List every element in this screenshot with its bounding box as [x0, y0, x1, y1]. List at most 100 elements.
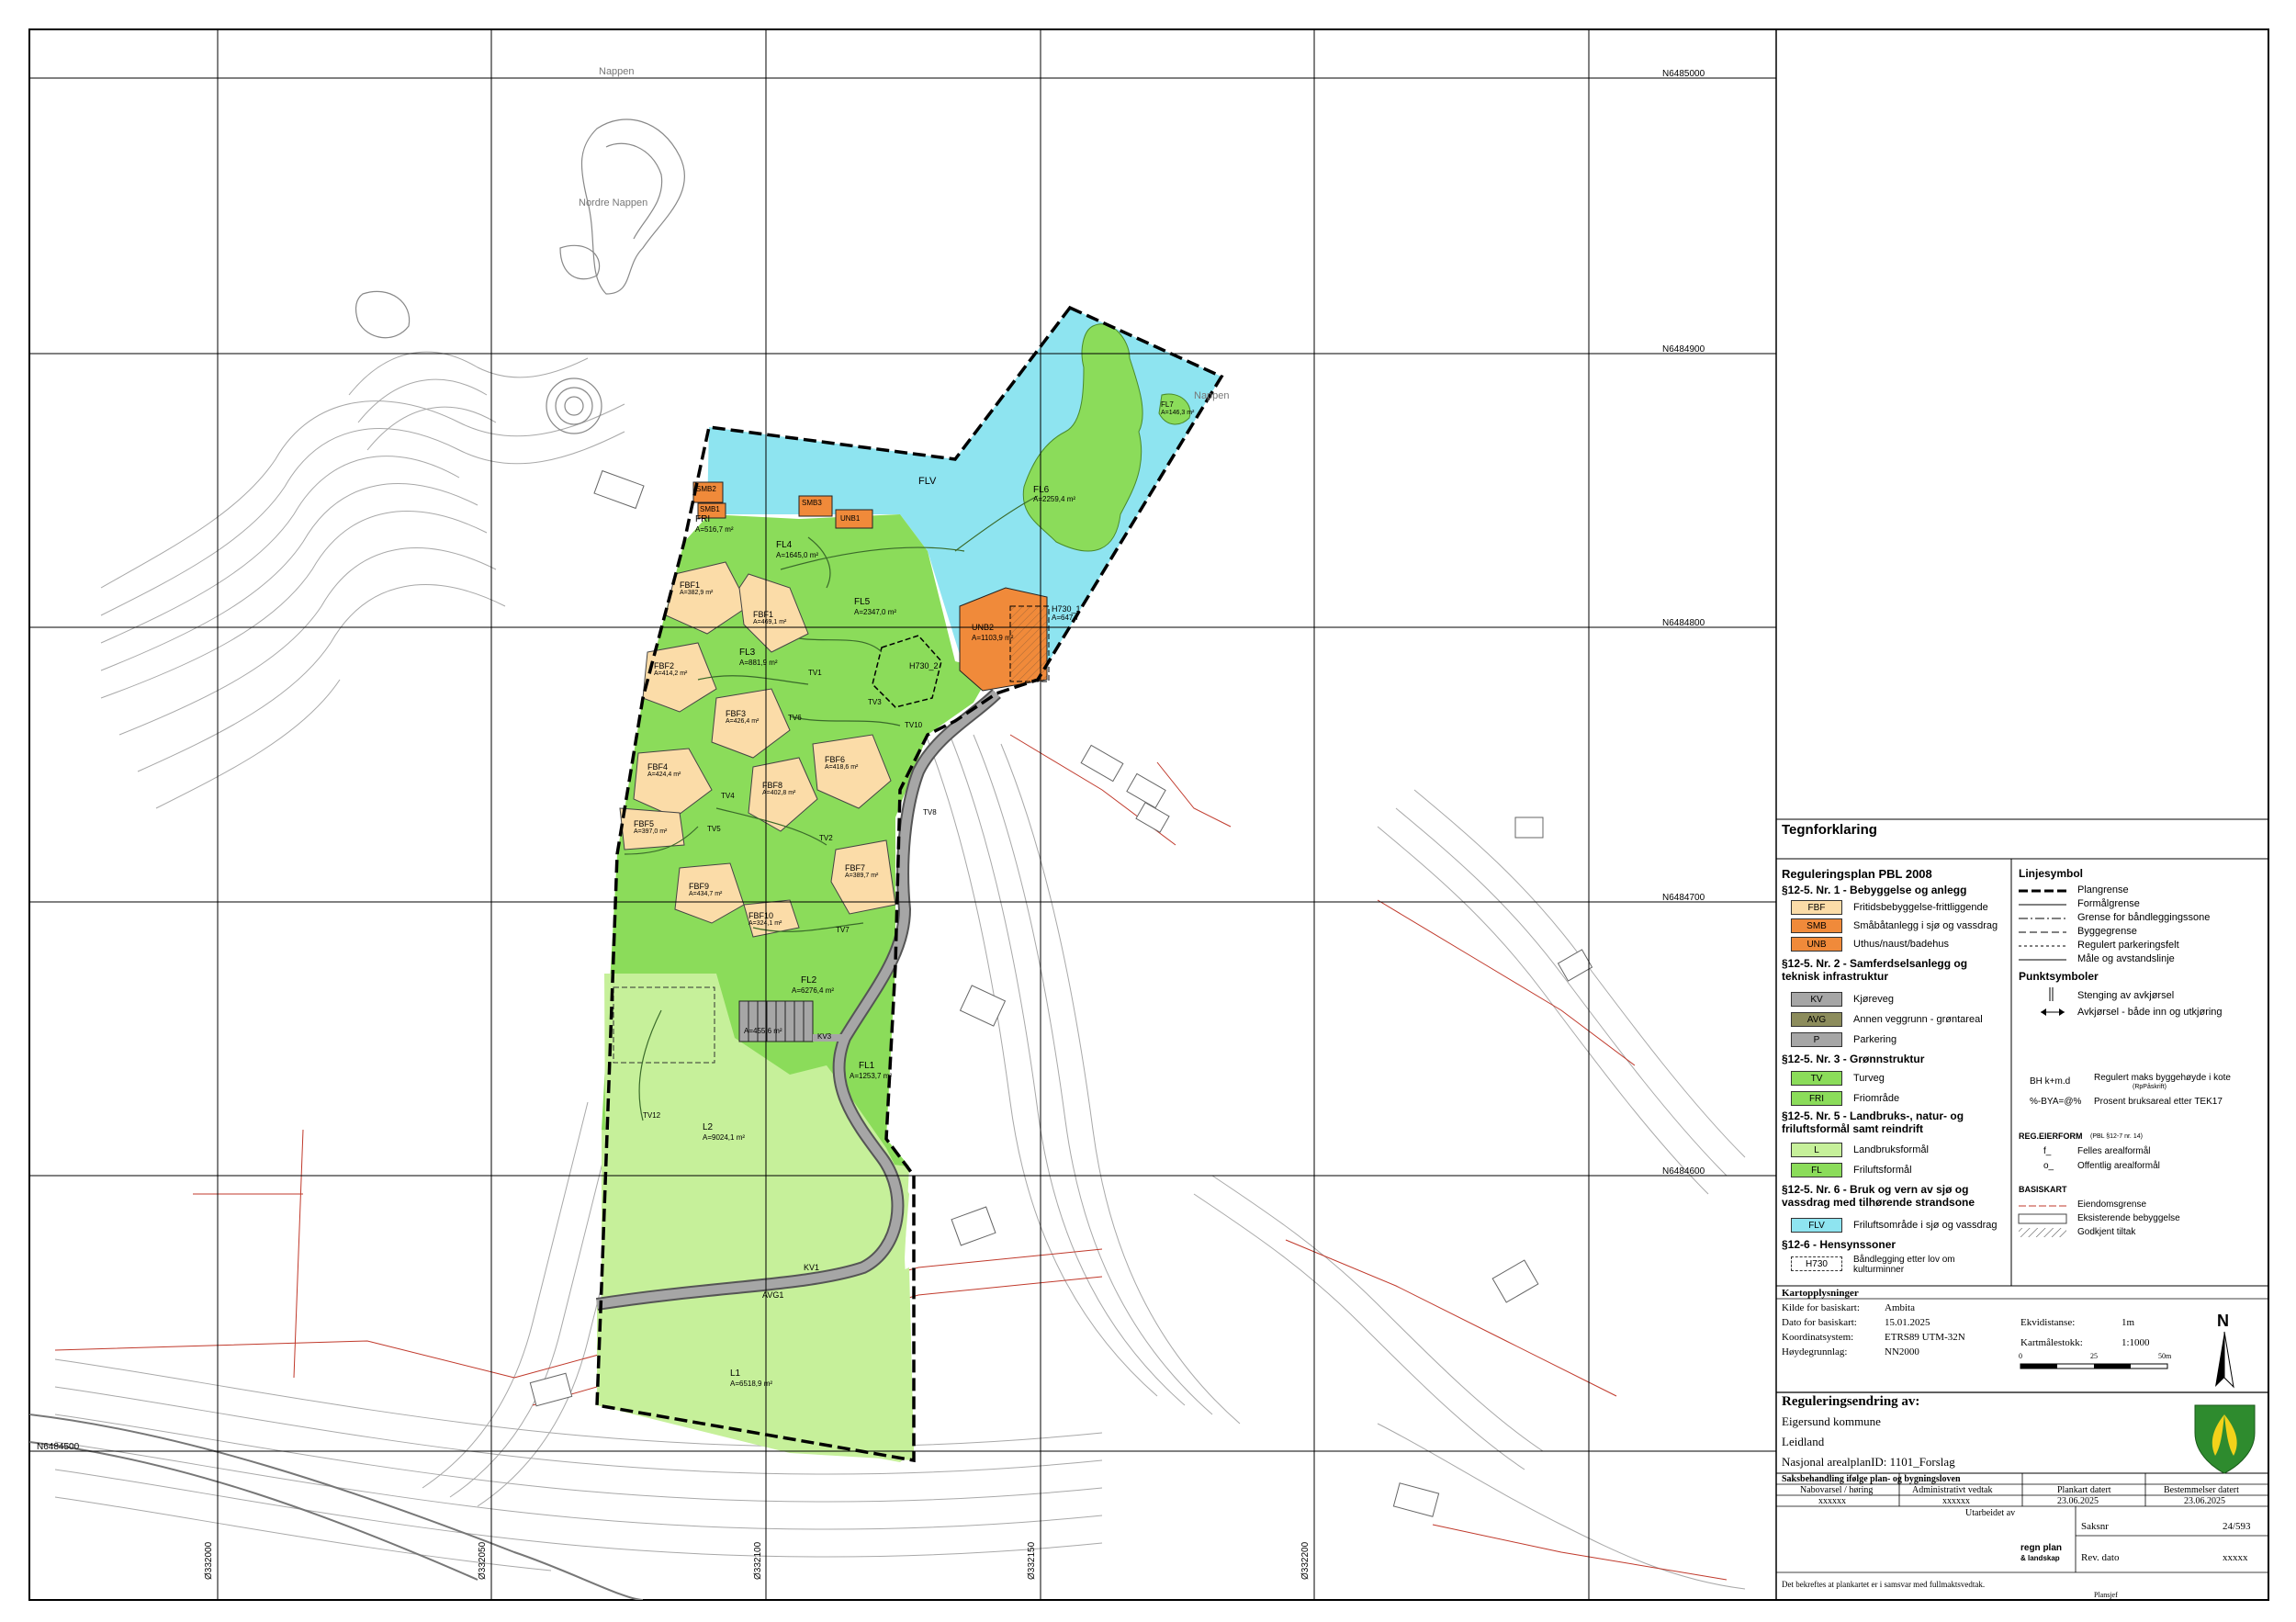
utarbeidet-label: Utarbeidet av: [1965, 1508, 2016, 1518]
legend-eier-o: Offentlig arealformål: [2077, 1161, 2160, 1171]
fbf-label: FBF7: [845, 863, 866, 873]
zone-area-l1: A=6518,9 m²: [730, 1380, 773, 1388]
zone-label-l1: L1: [730, 1369, 741, 1379]
zone-area-fl6: A=2259,4 m²: [1033, 495, 1076, 503]
fbf-area: A=324,1 m²: [748, 920, 782, 927]
northing-label: N6484500: [37, 1442, 80, 1452]
fbf-label: FBF2: [654, 661, 675, 670]
hoyde-label: Høydegrunnlag:: [1782, 1346, 1848, 1357]
legend-swatch-flv: FLV: [1791, 1218, 1842, 1233]
easting-label: Ø332000: [204, 1541, 214, 1580]
legend-title: Tegnforklaring: [1782, 822, 1877, 838]
zone-label-smb1: SMB1: [700, 505, 720, 513]
legend-swatch-tv: TV: [1791, 1071, 1842, 1086]
tv-label: TV2: [819, 834, 833, 842]
fbf-area: A=426,4 m²: [726, 718, 760, 725]
place-name: Nappen: [599, 66, 635, 77]
zone-label-smb3: SMB3: [802, 499, 822, 507]
zone-label-fl6: FL6: [1033, 485, 1050, 495]
legend-line-label: Grense for båndleggingssone: [2077, 912, 2211, 923]
map-canvas: [28, 28, 2269, 1601]
legend-basis-label: Godkjent tiltak: [2077, 1227, 2136, 1237]
fbf-area: A=389,7 m²: [845, 873, 879, 879]
tv-label: TV10: [905, 721, 923, 729]
saksnr-value: 24/593: [2223, 1521, 2251, 1532]
maal-label: Kartmålestokk:: [2020, 1337, 2083, 1348]
legend-point-heading: Punktsymboler: [2019, 970, 2099, 983]
fbf-area: A=414,2 m²: [654, 670, 688, 677]
fbf-area: A=402,8 m²: [762, 790, 796, 796]
legend-section-1: §12-5. Nr. 1 - Bebyggelse og anlegg: [1782, 884, 1967, 896]
zone-label-unb2: UNB2: [972, 623, 995, 632]
zone-label-fl5: FL5: [854, 597, 871, 607]
fbf-label: FBF1: [680, 580, 701, 590]
legend-swatch-kv: KV: [1791, 992, 1842, 1007]
zone-label-fl3: FL3: [739, 648, 756, 658]
legend-point-label: Avkjørsel - både inn og utkjøring: [2077, 1007, 2223, 1018]
place-name: Nordre Nappen: [579, 197, 648, 208]
zone-area-unb2: A=1103,9 m²: [972, 634, 1014, 642]
kart-heading: Kartopplysninger: [1782, 1288, 1859, 1299]
legend-swatch-avg: AVG: [1791, 1012, 1842, 1027]
legend-point-label: Stenging av avkjørsel: [2077, 990, 2175, 1001]
zone-label-flv: FLV: [918, 476, 937, 487]
ekvi-value: 1m: [2122, 1317, 2135, 1328]
legend-eier-sub: (PBL §12-7 nr. 14): [2090, 1133, 2143, 1140]
islands-outline: [355, 118, 685, 434]
zone-label-l2: L2: [703, 1122, 714, 1132]
sted: Leidland: [1782, 1435, 1825, 1448]
kv-label: KV3: [817, 1032, 832, 1041]
saks-heading: Saksbehandling ifølge plan- og bygningsl…: [1782, 1474, 1961, 1484]
kv-label: KV1: [804, 1263, 820, 1272]
easting-label: Ø332100: [753, 1541, 763, 1580]
tv-label: TV6: [788, 714, 802, 722]
north-arrow-icon: [2215, 1331, 2234, 1389]
scale-tick: 50m: [2158, 1352, 2172, 1360]
rev-value: xxxxx: [2223, 1552, 2248, 1563]
legend-swatch-unb: UNB: [1791, 937, 1842, 952]
legend-section-2: §12-5. Nr. 2 - Samferdselsanlegg og tekn…: [1782, 957, 1968, 983]
municipality-shield-icon: [2194, 1404, 2256, 1474]
north-label: N: [2217, 1312, 2229, 1330]
tv-label: TV5: [707, 825, 721, 833]
zone-label-h730-2: H730_2: [909, 661, 939, 670]
legend-bh-sub: (RpPåskrift): [2133, 1084, 2167, 1090]
legend-label: Kjøreveg: [1853, 994, 1895, 1005]
footer-note: Det bekreftes at plankartet er i samsvar…: [1782, 1580, 1986, 1589]
legend-label: Landbruksformål: [1853, 1144, 1929, 1155]
legend-line-heading: Linjesymbol: [2019, 867, 2084, 880]
legend-label: Båndlegging etter lov om kulturminner: [1853, 1255, 1955, 1275]
kommune: Eigersund kommune: [1782, 1414, 1881, 1428]
col-header: Plankart datert: [2057, 1485, 2111, 1495]
legend-label: Friluftsområde i sjø og vassdrag: [1853, 1220, 1998, 1231]
zone-label-fri: FRI: [695, 514, 711, 524]
legend-line-label: Byggegrense: [2077, 926, 2137, 937]
zone-area-fri: A=516,7 m²: [695, 525, 734, 534]
zone-area-fl1: A=1253,7 m²: [850, 1072, 893, 1080]
fbf-label: FBF6: [825, 755, 846, 764]
fbf-label: FBF8: [762, 781, 783, 790]
fbf-label: FBF4: [647, 762, 669, 772]
ekvi-label: Ekvidistanse:: [2020, 1317, 2076, 1328]
tv-label: TV3: [868, 698, 882, 706]
legend-line-label: Formålgrense: [2077, 898, 2140, 909]
scale-tick: 0: [2019, 1352, 2022, 1360]
col-header: Administrativt vedtak: [1912, 1485, 1993, 1495]
legend-basis-label: Eksisterende bebyggelse: [2077, 1213, 2180, 1223]
zone-label-fl1: FL1: [859, 1061, 875, 1071]
zone-area-parking: A=455,6 m²: [744, 1027, 782, 1035]
easting-label: Ø332150: [1027, 1541, 1037, 1580]
col-value: 23.06.2025: [2057, 1496, 2099, 1506]
zone-label-smb2: SMB2: [696, 485, 716, 493]
maal-value: 1:1000: [2122, 1337, 2150, 1348]
legend-section-7: §12-6 - Hensynssoner: [1782, 1238, 1896, 1251]
scale-bar: [2020, 1363, 2168, 1369]
fbf-area: A=469,1 m²: [753, 619, 787, 625]
legend-bya-code: %-BYA=@%: [2030, 1097, 2082, 1107]
firm-name: regn plan: [2020, 1543, 2063, 1553]
legend-swatch-h730: H730: [1791, 1256, 1842, 1271]
saksnr-label: Saksnr: [2081, 1521, 2109, 1532]
zone-area-fl5: A=2347,0 m²: [854, 608, 897, 616]
legend-label: Annen veggrunn - grøntareal: [1853, 1014, 1983, 1025]
legend-label: Uthus/naust/badehus: [1853, 939, 1949, 950]
